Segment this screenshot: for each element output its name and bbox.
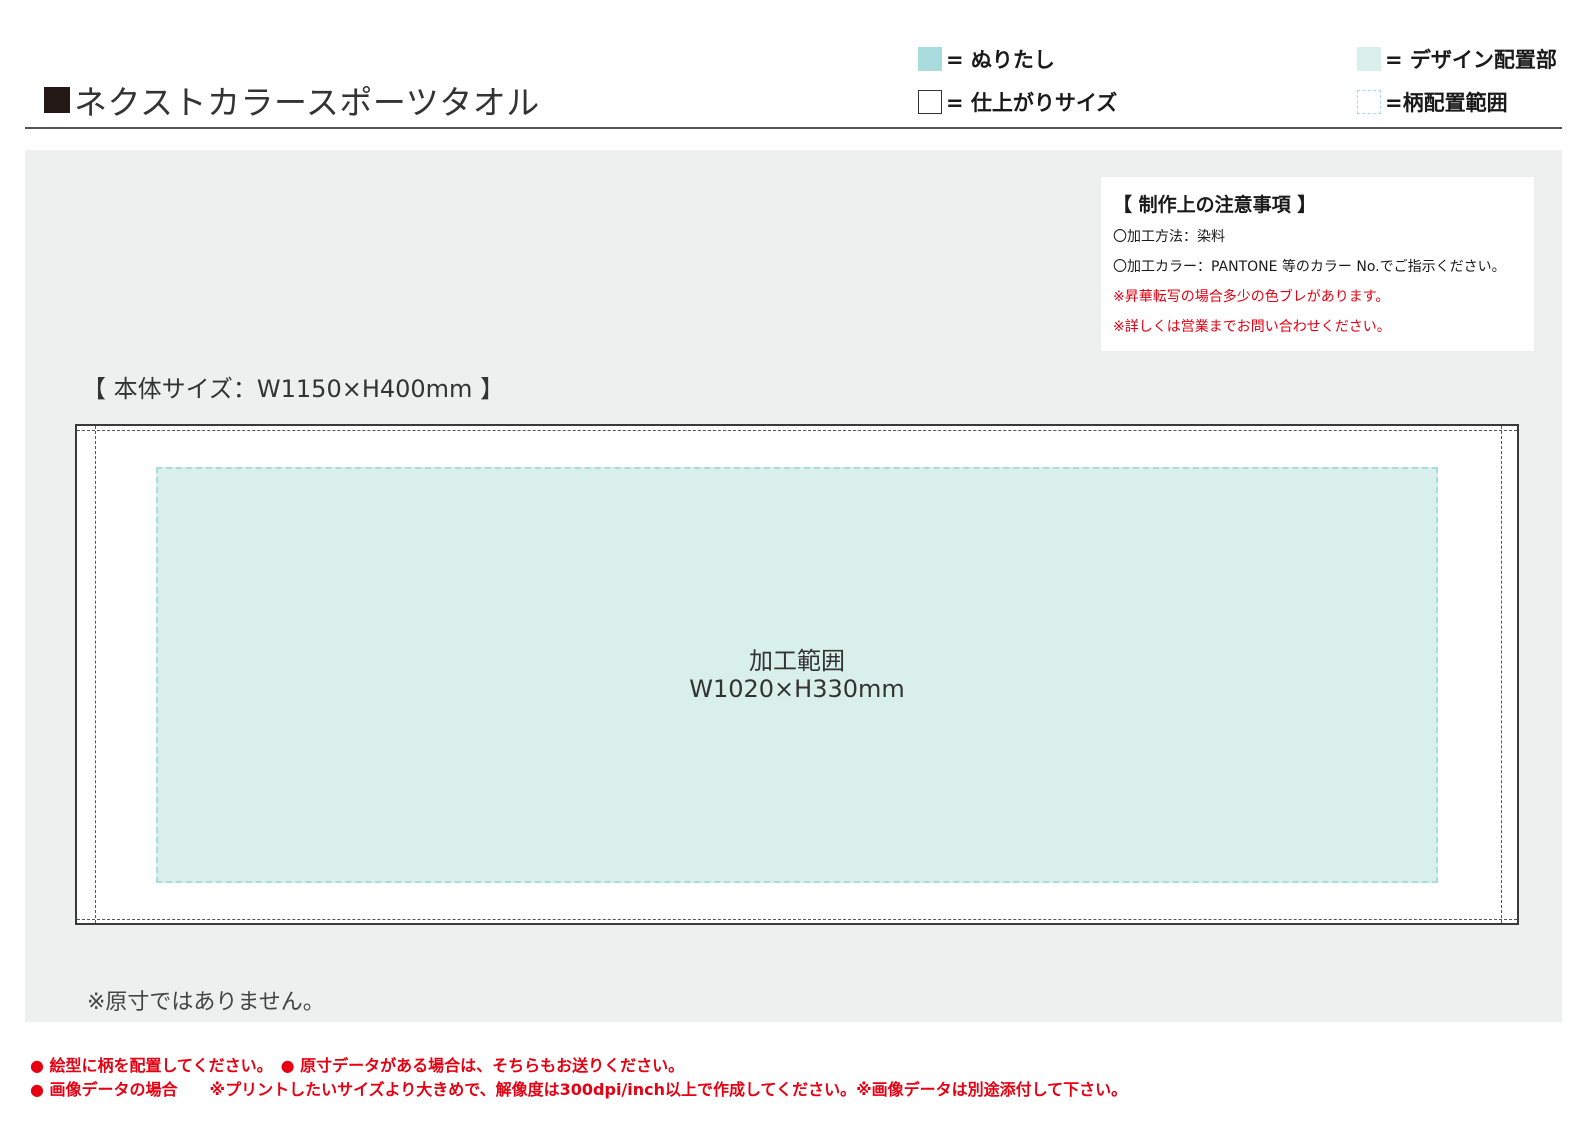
- note-sublimation-warning: ※昇華転写の場合多少の色ブレがあります。: [1113, 289, 1390, 305]
- design-area-size: W1020×H330mm: [689, 675, 905, 703]
- legend-pattern-range-label: =柄配置範囲: [1385, 91, 1508, 115]
- legend-bleed-label: = ぬりたし: [946, 48, 1055, 72]
- legend-bleed: = ぬりたし: [918, 44, 1055, 74]
- note-method: 〇加工方法：染料: [1113, 229, 1225, 245]
- legend-design-area: = デザイン配置部: [1357, 44, 1557, 74]
- title-text: ネクストカラースポーツタオル: [74, 83, 540, 122]
- towel-hem-right: [1501, 426, 1502, 923]
- legend-finish-size-label: = 仕上がりサイズ: [946, 91, 1118, 115]
- design-area: 加工範囲 W1020×H330mm: [156, 467, 1438, 883]
- note-color: 〇加工カラー：PANTONE 等のカラー No.でご指示ください。: [1113, 259, 1506, 275]
- bottom-note-image-data: ● 画像データの場合 ※プリントしたいサイズより大きめで、解像度は300dpi/…: [30, 1080, 1128, 1099]
- design-area-swatch-icon: [1357, 47, 1381, 71]
- design-area-label: 加工範囲: [749, 647, 845, 675]
- note-contact: ※詳しくは営業までお問い合わせください。: [1113, 319, 1391, 335]
- bottom-note-layout: ● 絵型に柄を配置してください。 ● 原寸データがある場合は、そちらもお送りくだ…: [30, 1056, 685, 1075]
- body-size-label: 【 本体サイズ：W1150×H400mm 】: [82, 375, 505, 403]
- title-square-icon: [44, 87, 70, 113]
- notes-title: 【 制作上の注意事項 】: [1113, 194, 1317, 216]
- bleed-swatch-icon: [918, 47, 942, 71]
- production-notes: 【 制作上の注意事項 】 〇加工方法：染料 〇加工カラー：PANTONE 等のカ…: [1101, 177, 1534, 351]
- finish-size-swatch-icon: [918, 90, 942, 114]
- legend-finish-size: = 仕上がりサイズ: [918, 87, 1117, 117]
- pattern-range-swatch-icon: [1357, 90, 1381, 114]
- header-divider: [25, 127, 1562, 129]
- legend-design-area-label: = デザイン配置部: [1385, 48, 1557, 72]
- not-to-scale-note: ※原寸ではありません。: [87, 990, 325, 1015]
- towel-hem-left: [95, 426, 96, 923]
- legend-pattern-range: =柄配置範囲: [1357, 87, 1508, 117]
- page-title: ネクストカラースポーツタオル: [44, 76, 540, 124]
